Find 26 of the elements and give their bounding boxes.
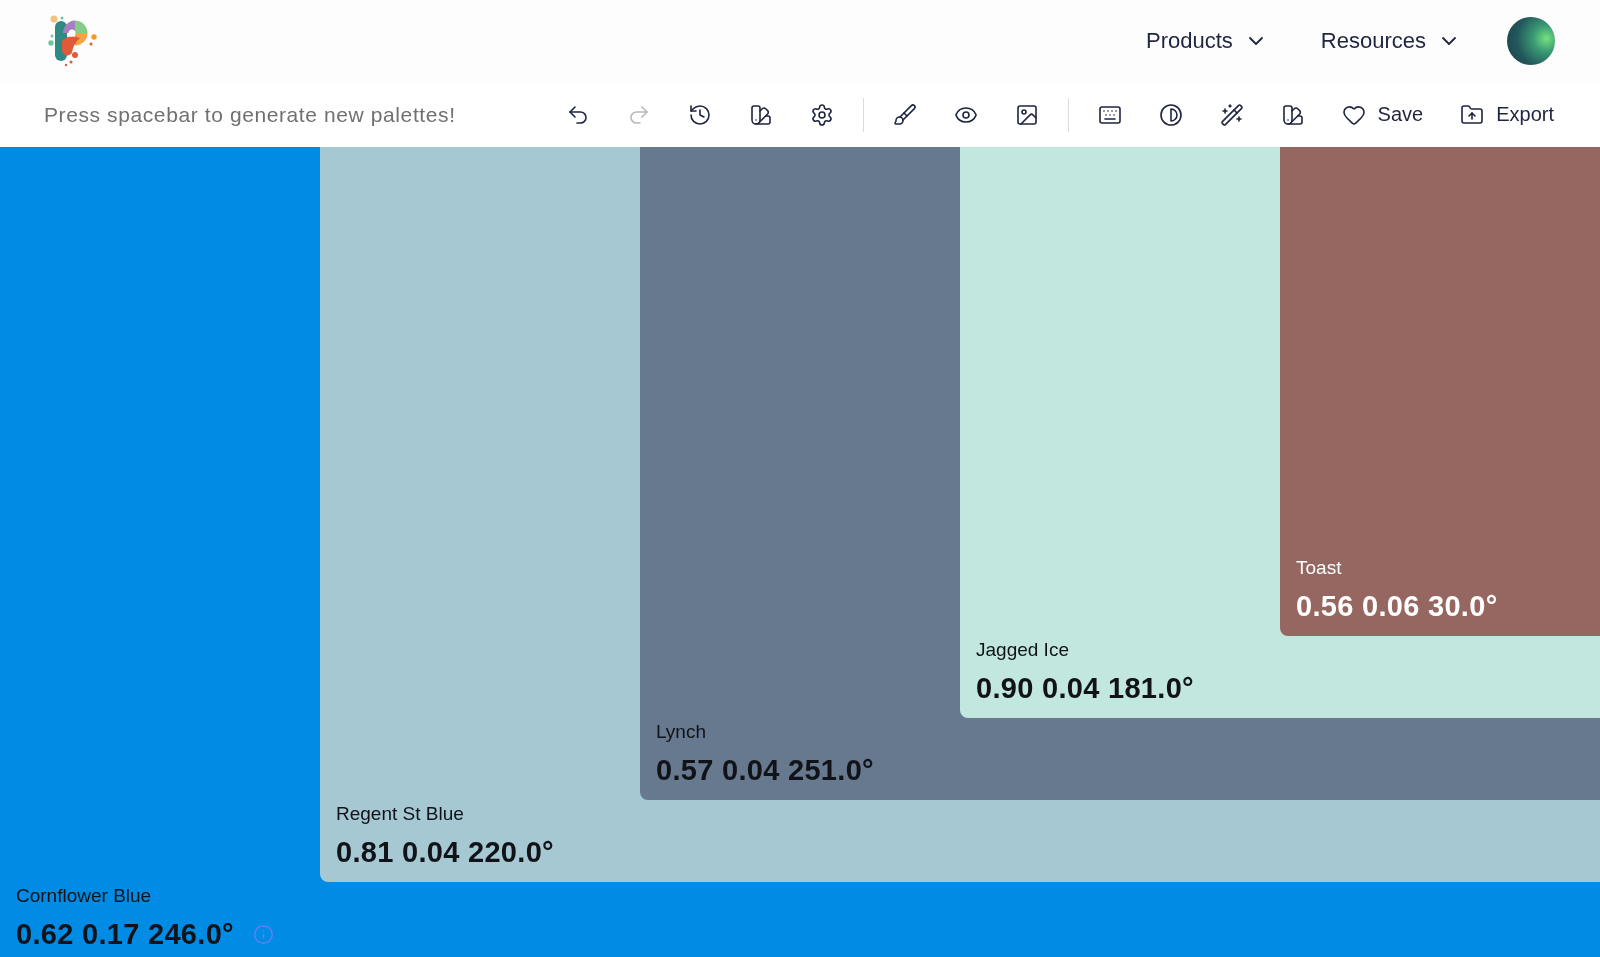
magic-wand-icon <box>1219 102 1244 127</box>
paintbrush-icon <box>892 102 917 127</box>
color-name: Lynch <box>656 721 706 743</box>
color-name: Cornflower Blue <box>16 885 152 907</box>
color-name: Toast <box>1296 557 1342 579</box>
nav-menu-button[interactable]: Products <box>1146 27 1268 55</box>
contrast-icon <box>1158 102 1183 127</box>
history-icon <box>687 102 712 127</box>
user-avatar[interactable] <box>1507 17 1555 65</box>
save-button[interactable]: Save <box>1333 94 1432 135</box>
image-icon <box>1014 102 1039 127</box>
color-value: 0.62 0.17 246.0° <box>16 918 234 950</box>
app-logo[interactable] <box>47 15 97 67</box>
folder-upload-icon <box>1460 102 1485 127</box>
color-value: 0.81 0.04 220.0° <box>336 836 554 868</box>
export-button[interactable]: Export <box>1452 94 1562 135</box>
color-name: Regent St Blue <box>336 803 464 825</box>
swatches-icon <box>748 102 773 127</box>
color-value: 0.56 0.06 30.0° <box>1296 590 1498 622</box>
hint-text: Press spacebar to generate new palettes! <box>44 102 456 127</box>
swatches-icon <box>1280 102 1305 127</box>
settings-icon <box>809 102 834 127</box>
color-name: Jagged Ice <box>976 639 1069 661</box>
color-value: 0.90 0.04 181.0° <box>976 672 1194 704</box>
nav-menu-button[interactable]: Resources <box>1320 27 1461 55</box>
color-value: 0.57 0.04 251.0° <box>656 754 874 786</box>
